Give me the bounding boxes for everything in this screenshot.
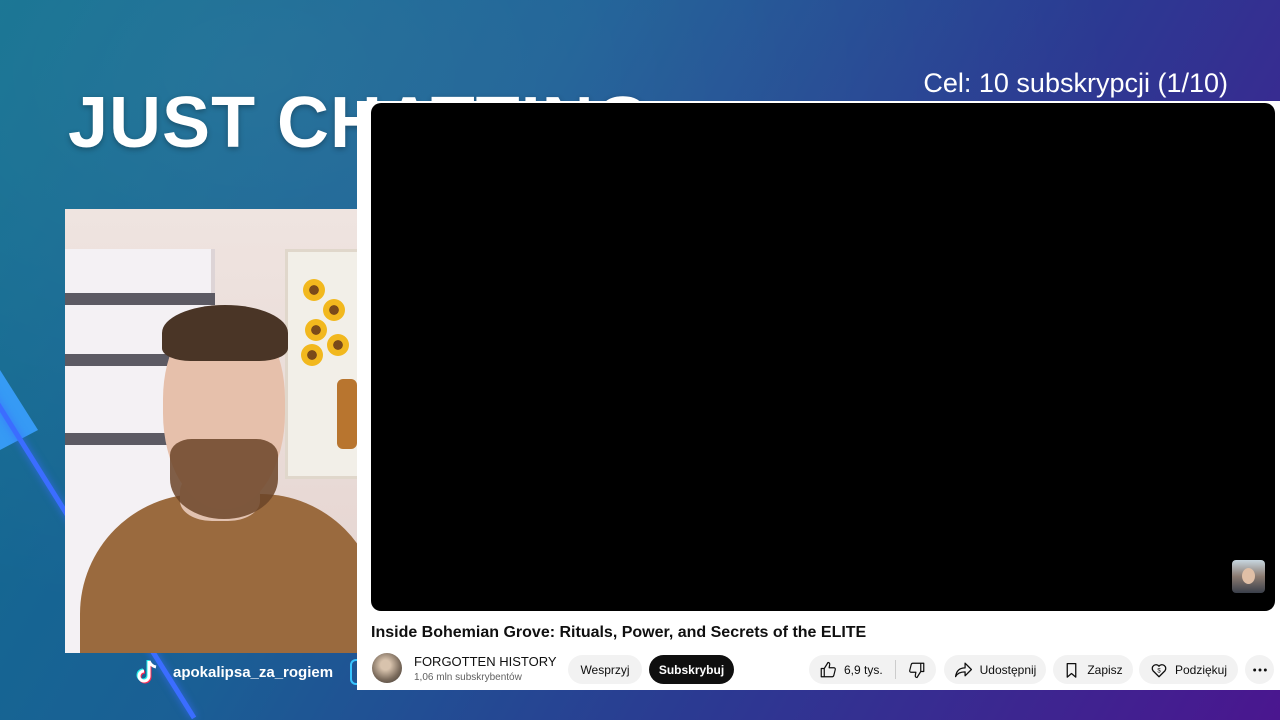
streamer-beard xyxy=(170,439,278,519)
webcam-door-stripe xyxy=(65,293,215,305)
thumbs-up-icon xyxy=(820,661,836,677)
bookmark-icon xyxy=(1066,662,1077,678)
thumbs-down-icon xyxy=(908,662,925,678)
more-icon xyxy=(1252,668,1267,671)
share-button[interactable]: Udostępnij xyxy=(944,655,1046,684)
like-count: 6,9 tys. xyxy=(844,662,883,677)
social-handle-bar: apokalipsa_za_rogiem xyxy=(132,656,333,688)
sunflower xyxy=(327,334,349,356)
save-label: Zapisz xyxy=(1087,662,1123,677)
video-title: Inside Bohemian Grove: Rituals, Power, a… xyxy=(371,624,867,641)
webcam-feed xyxy=(65,209,357,653)
support-label: Wesprzyj xyxy=(580,662,630,677)
thanks-button[interactable]: $ Podziękuj xyxy=(1139,655,1238,684)
save-button[interactable]: Zapisz xyxy=(1053,655,1133,684)
channel-subscriber-count: 1,06 mln subskrybentów xyxy=(414,672,522,683)
avatar-face xyxy=(1242,568,1255,584)
subscribe-label: Subskrybuj xyxy=(658,662,725,677)
dislike-button[interactable] xyxy=(896,655,926,684)
subscriber-goal: Cel: 10 subskrypcji (1/10) xyxy=(923,68,1228,98)
sunflower xyxy=(301,344,323,366)
channel-name[interactable]: FORGOTTEN HISTORY xyxy=(414,654,557,669)
svg-text:$: $ xyxy=(1157,668,1161,674)
subscribe-button[interactable]: Subskrybuj xyxy=(649,655,734,684)
share-icon xyxy=(954,662,972,678)
support-button[interactable]: Wesprzyj xyxy=(568,655,642,684)
channel-avatar[interactable] xyxy=(372,653,402,683)
sunflower xyxy=(303,279,325,301)
mouse-cursor xyxy=(357,329,363,343)
vase xyxy=(337,379,357,449)
like-dislike-group: 6,9 tys. xyxy=(809,655,936,684)
like-button[interactable]: 6,9 tys. xyxy=(809,655,883,684)
video-player[interactable] xyxy=(371,103,1275,611)
thanks-icon: $ xyxy=(1151,663,1167,677)
sunflower xyxy=(323,299,345,321)
youtube-panel: Inside Bohemian Grove: Rituals, Power, a… xyxy=(357,101,1280,690)
more-actions-button[interactable] xyxy=(1245,655,1274,684)
sunflower xyxy=(305,319,327,341)
share-label: Udostępnij xyxy=(979,662,1037,677)
video-thumbnail-avatar[interactable] xyxy=(1232,560,1265,593)
thanks-label: Podziękuj xyxy=(1174,662,1228,677)
tiktok-icon xyxy=(132,657,162,687)
social-handle: apokalipsa_za_rogiem xyxy=(173,663,334,681)
streamer-hair xyxy=(162,305,288,361)
